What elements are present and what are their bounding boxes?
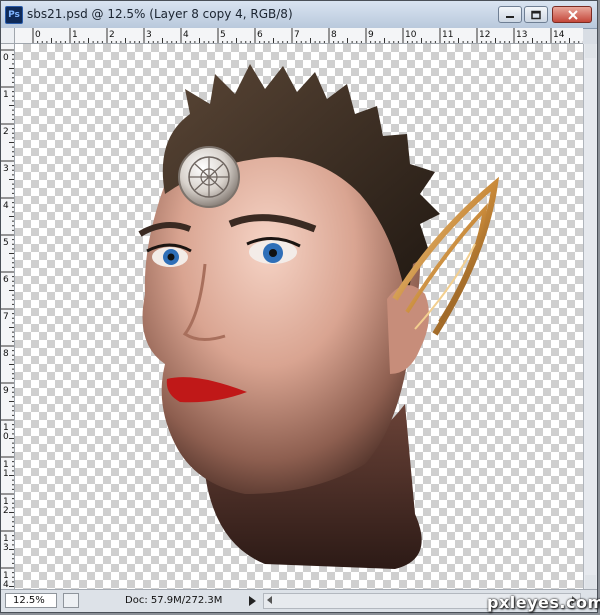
status-menu-arrow-icon[interactable] bbox=[249, 596, 256, 606]
ruler-label: 3 bbox=[3, 543, 9, 553]
ruler-label: 9 bbox=[3, 386, 9, 396]
ruler-label: 3 bbox=[146, 30, 152, 40]
forehead-medallion bbox=[178, 146, 240, 208]
portrait-layer bbox=[138, 64, 500, 569]
document-canvas[interactable] bbox=[15, 44, 583, 589]
horizontal-ruler[interactable]: 0 1 2 3 4 5 6 7 8 9 10 11 12 13 14 bbox=[15, 28, 583, 44]
ruler-label: 0 bbox=[35, 30, 41, 40]
document-size: Doc: 57.9M/272.3M bbox=[125, 595, 223, 606]
document-window: Ps sbs21.psd @ 12.5% (Layer 8 copy 4, RG… bbox=[0, 0, 600, 613]
photoshop-app-icon: Ps bbox=[5, 6, 23, 24]
ruler-label: 0 bbox=[3, 432, 9, 442]
minimize-button[interactable] bbox=[498, 6, 522, 23]
ruler-label: 5 bbox=[220, 30, 226, 40]
zoom-level-field[interactable]: 12.5% bbox=[5, 593, 57, 608]
ruler-label: 9 bbox=[368, 30, 374, 40]
scroll-left-arrow-icon[interactable] bbox=[267, 596, 272, 604]
ruler-label: 8 bbox=[3, 349, 9, 359]
ruler-label: 11 bbox=[442, 30, 453, 40]
ruler-label: 14 bbox=[553, 30, 565, 40]
ruler-label: 1 bbox=[3, 469, 9, 479]
ruler-label: 12 bbox=[479, 30, 490, 40]
ruler-label: 6 bbox=[257, 30, 263, 40]
scroll-up-arrow-icon[interactable] bbox=[585, 44, 596, 58]
title-bar[interactable]: Ps sbs21.psd @ 12.5% (Layer 8 copy 4, RG… bbox=[1, 1, 597, 29]
vertical-ruler[interactable]: 01234567891011121314 bbox=[1, 44, 15, 589]
restore-icon bbox=[531, 10, 541, 20]
ruler-label: 2 bbox=[109, 30, 115, 40]
ruler-label: 0 bbox=[3, 53, 9, 63]
window-title: sbs21.psd @ 12.5% (Layer 8 copy 4, RGB/8… bbox=[27, 7, 293, 21]
close-icon bbox=[568, 10, 578, 20]
ruler-label: 4 bbox=[3, 580, 9, 589]
ruler-label: 8 bbox=[331, 30, 337, 40]
ruler-label: 2 bbox=[3, 127, 9, 137]
ruler-label: 1 bbox=[72, 30, 78, 40]
restore-button[interactable] bbox=[524, 6, 548, 23]
ruler-label: 4 bbox=[3, 201, 9, 211]
status-info-icon[interactable] bbox=[63, 593, 79, 608]
close-button[interactable] bbox=[552, 6, 592, 23]
ruler-label: 2 bbox=[3, 506, 9, 516]
minimize-icon bbox=[506, 16, 514, 18]
ruler-origin[interactable] bbox=[1, 28, 15, 44]
ruler-label: 1 bbox=[3, 90, 9, 100]
vertical-scrollbar[interactable] bbox=[583, 44, 597, 589]
ear bbox=[387, 285, 429, 374]
ruler-label: 5 bbox=[3, 238, 9, 248]
ruler-label: 6 bbox=[3, 275, 9, 285]
ruler-label: 7 bbox=[294, 30, 300, 40]
ruler-label: 7 bbox=[3, 312, 9, 322]
ruler-label: 4 bbox=[183, 30, 189, 40]
ruler-label: 10 bbox=[405, 30, 417, 40]
ruler-label: 3 bbox=[3, 164, 9, 174]
ruler-label: 13 bbox=[516, 30, 527, 40]
scroll-down-arrow-icon[interactable] bbox=[585, 575, 596, 589]
watermark: pxleyes.com bbox=[487, 593, 600, 612]
